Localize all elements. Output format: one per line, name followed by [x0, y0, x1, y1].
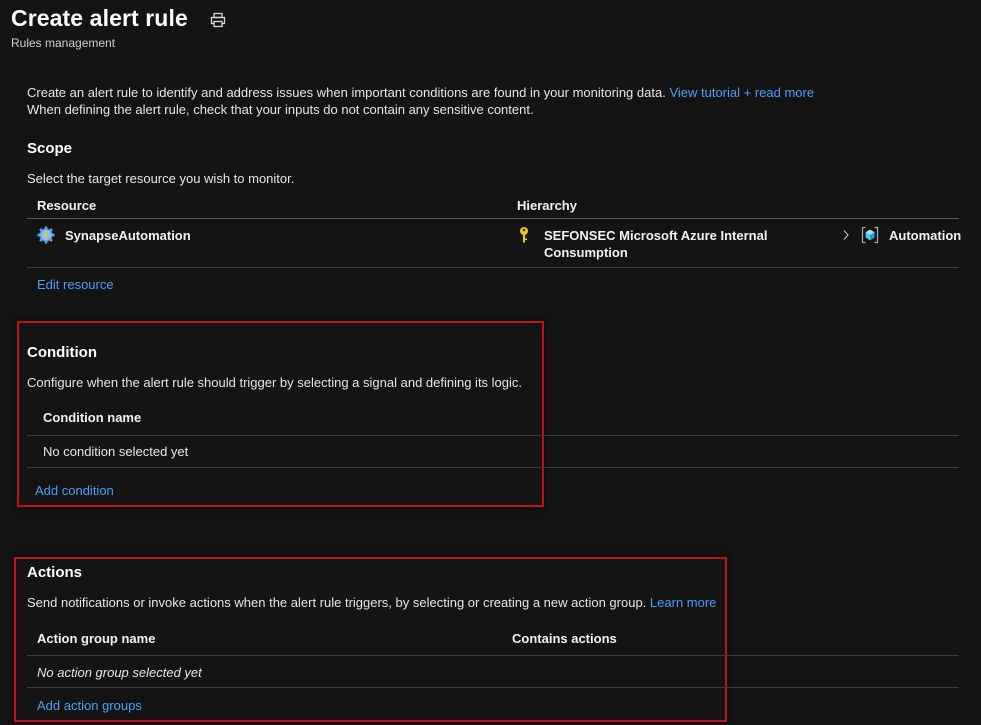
cube-icon [861, 226, 879, 244]
condition-header-divider [27, 435, 959, 436]
scope-heading: Scope [27, 140, 73, 157]
sensitive-content-note: When defining the alert rule, check that… [27, 102, 534, 117]
page-title: Create alert rule [11, 5, 188, 31]
hierarchy-subscription-line1[interactable]: SEFONSEC Microsoft Azure Internal [544, 228, 767, 243]
actions-description-line: Send notifications or invoke actions whe… [27, 595, 716, 610]
add-action-groups-link[interactable]: Add action groups [37, 698, 142, 713]
resource-name[interactable]: SynapseAutomation [65, 228, 191, 243]
hierarchy-subscription-line2[interactable]: Consumption [544, 245, 628, 260]
actions-description: Send notifications or invoke actions whe… [27, 595, 647, 610]
view-tutorial-link[interactable]: View tutorial + read more [669, 85, 814, 100]
action-group-name-column-header: Action group name [37, 631, 156, 646]
actions-row-divider [27, 687, 959, 688]
condition-empty-text: No condition selected yet [43, 444, 189, 459]
add-condition-link[interactable]: Add condition [35, 483, 114, 498]
hierarchy-resource-group[interactable]: Automation [889, 228, 961, 243]
print-icon[interactable] [209, 11, 227, 29]
scope-row-divider [27, 267, 959, 268]
condition-description: Configure when the alert rule should tri… [27, 375, 523, 390]
hierarchy-column-header: Hierarchy [517, 198, 577, 213]
scope-header-divider [27, 218, 959, 219]
condition-name-column-header: Condition name [43, 410, 142, 425]
intro-text-line: Create an alert rule to identify and add… [27, 85, 814, 100]
automation-gear-icon [37, 226, 55, 244]
action-group-empty-text: No action group selected yet [37, 665, 202, 680]
intro-text: Create an alert rule to identify and add… [27, 85, 666, 100]
key-icon [517, 226, 531, 244]
condition-row-divider [27, 467, 959, 468]
scope-description: Select the target resource you wish to m… [27, 171, 295, 186]
actions-header-divider [27, 655, 959, 656]
contains-actions-column-header: Contains actions [512, 631, 617, 646]
condition-heading: Condition [27, 344, 97, 361]
chevron-right-icon [842, 229, 850, 241]
learn-more-link[interactable]: Learn more [650, 595, 716, 610]
actions-heading: Actions [27, 564, 83, 581]
page-subtitle: Rules management [11, 36, 116, 50]
edit-resource-link[interactable]: Edit resource [37, 277, 114, 292]
resource-column-header: Resource [37, 198, 97, 213]
